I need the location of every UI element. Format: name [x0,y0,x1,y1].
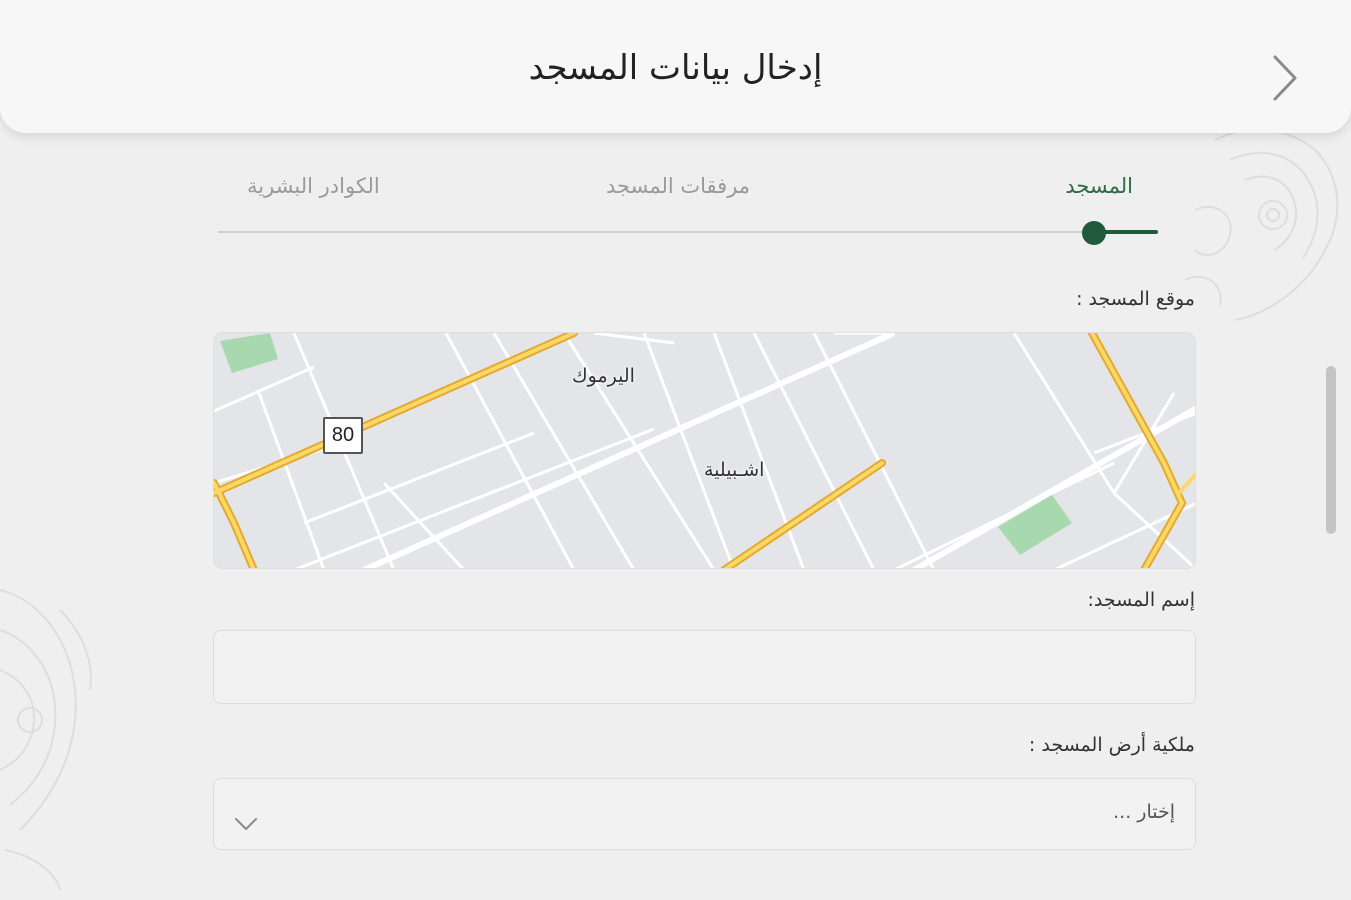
back-button[interactable] [1262,50,1306,106]
mosque-name-input[interactable] [213,630,1196,704]
app-header: إدخال بيانات المسجد [0,0,1351,133]
vertical-scrollbar[interactable] [1326,366,1336,534]
progress-track [218,231,1158,233]
chevron-down-icon [235,818,257,830]
progress-indicator-dot [1082,221,1106,245]
app-page: إدخال بيانات المسجد المسجد مرفقات المسجد… [0,0,1351,900]
chevron-right-icon [1273,55,1297,101]
step-mosque[interactable]: المسجد [1065,174,1133,198]
page-title: إدخال بيانات المسجد [528,48,823,88]
map-label-yarmouk: اليرموك [572,365,635,387]
map-label-ishbiliya: اشـبيلية [704,459,765,481]
route-number-shield: 80 [323,417,363,454]
land-ownership-placeholder: إختار ... [1113,801,1175,823]
mosque-name-label: إسم المسجد: [1087,589,1195,611]
step-mosque-attachments[interactable]: مرفقات المسجد [606,174,750,198]
location-map[interactable]: اليرموك اشـبيلية 80 [213,332,1196,569]
decorative-ornament-left [0,589,92,890]
land-ownership-label: ملكية أرض المسجد : [1028,734,1195,756]
step-human-staff[interactable]: الكوادر البشرية [247,174,380,198]
location-label: موقع المسجد : [1076,288,1195,310]
decorative-ornament-right [1184,128,1339,321]
land-ownership-select[interactable]: إختار ... [213,778,1196,850]
